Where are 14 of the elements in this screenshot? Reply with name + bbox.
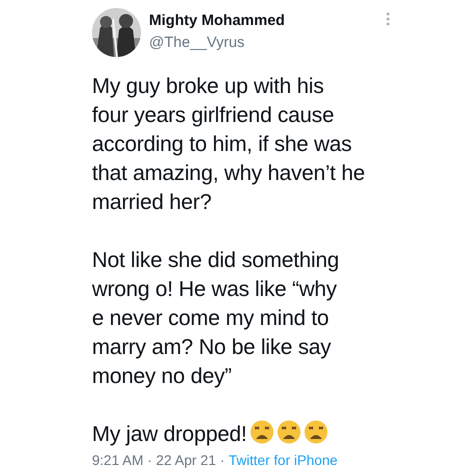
weary-face-icon	[250, 420, 274, 444]
author-name[interactable]: Mighty Mohammed	[149, 12, 386, 30]
tweet-date: 22 Apr 21	[156, 451, 216, 469]
tweet-text: My guy broke up with his four years girlfriend cause according to him, if she was that amazing, why haven’t he married her?	[92, 74, 365, 214]
weary-face-icon	[276, 420, 301, 444]
more-options-icon[interactable]	[386, 12, 390, 26]
separator: ·	[147, 451, 152, 469]
weary-face-icon	[304, 420, 328, 444]
tweet-time: 9:21 AM	[92, 451, 144, 469]
separator: ·	[220, 451, 225, 469]
tweet-source-link[interactable]: Twitter for iPhone	[228, 451, 338, 469]
tweet-text: My jaw dropped!	[92, 422, 247, 446]
author-handle[interactable]: @The__Vyrus	[149, 34, 386, 52]
tweet-text: Not like she did something wrong o! He was like “why e never come my mind to marry am? No be like say money no dey”	[92, 248, 339, 388]
